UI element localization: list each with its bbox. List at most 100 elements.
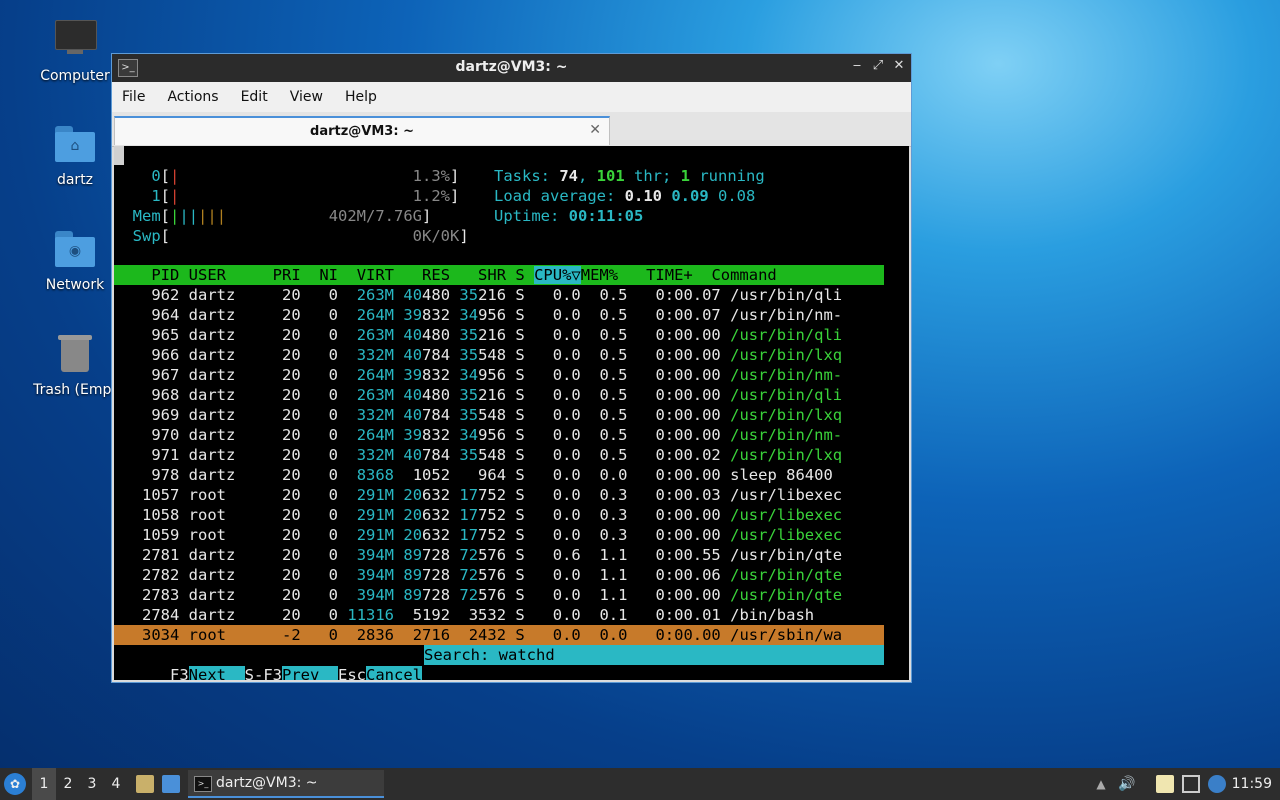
cell-user: root [188, 486, 273, 504]
workspace-2[interactable]: 2 [56, 768, 80, 800]
process-table-header[interactable]: PID USER PRI NI VIRT RES SHR S CPU%▽MEM%… [114, 265, 884, 285]
cell-state: S [515, 486, 525, 504]
search-input[interactable]: Search: watchd [424, 645, 884, 665]
process-row[interactable]: 3034 root -2 0 2836 2716 2432 S 0.0 0.0 … [114, 625, 884, 645]
clipboard-icon[interactable] [1156, 775, 1174, 793]
close-icon[interactable]: ✕ [890, 58, 908, 73]
cell-pid: 2781 [114, 546, 180, 564]
process-row[interactable]: 2784 dartz 20 0 11316 5192 3532 S 0.0 0.… [114, 605, 814, 625]
update-notifier-icon[interactable] [1208, 775, 1226, 793]
taskbar-task-terminal[interactable]: >_ dartz@VM3: ~ [188, 770, 384, 798]
col-virt[interactable]: VIRT [347, 266, 394, 284]
esc-key[interactable]: Esc [338, 666, 366, 680]
process-row[interactable]: 966 dartz 20 0 332M 40784 35548 S 0.0 0.… [114, 345, 842, 365]
f3-key[interactable]: F3 [170, 666, 189, 680]
menu-help[interactable]: Help [345, 89, 377, 105]
cpu1-label: 1 [151, 187, 161, 205]
workspace-3[interactable]: 3 [80, 768, 104, 800]
tray-arrow-icon[interactable]: ▲ [1092, 775, 1110, 793]
desktop-icon-computer[interactable]: Computer [25, 18, 125, 84]
terminal-tab[interactable]: dartz@VM3: ~ ✕ [114, 116, 610, 145]
process-row[interactable]: 1058 root 20 0 291M 20632 17752 S 0.0 0.… [114, 505, 842, 525]
cell-cpu: 0.0 [534, 486, 581, 504]
cell-pri: 20 [272, 406, 301, 424]
process-row[interactable]: 978 dartz 20 0 8368 1052 964 S 0.0 0.0 0… [114, 465, 832, 485]
sf3-label[interactable]: Prev [282, 666, 320, 680]
start-menu-icon[interactable]: ✿ [4, 773, 26, 795]
cell-time: 0:00.00 [636, 586, 721, 604]
cell-user: dartz [188, 466, 273, 484]
col-time[interactable]: TIME+ [646, 266, 693, 284]
volume-icon[interactable]: 🔊 [1118, 775, 1136, 793]
minimize-icon[interactable]: ‒ [848, 58, 866, 73]
cell-user: root [188, 626, 273, 644]
process-row[interactable]: 971 dartz 20 0 332M 40784 35548 S 0.0 0.… [114, 445, 842, 465]
menu-file[interactable]: File [122, 89, 145, 105]
tab-close-icon[interactable]: ✕ [589, 122, 601, 138]
menu-actions[interactable]: Actions [167, 89, 218, 105]
process-row[interactable]: 2781 dartz 20 0 394M 89728 72576 S 0.6 1… [114, 545, 842, 565]
cell-mem: 0.5 [590, 286, 628, 304]
cell-cpu: 0.0 [534, 346, 581, 364]
workspace-1[interactable]: 1 [32, 768, 56, 800]
maximize-icon[interactable]: ⤢ [869, 58, 887, 73]
menu-view[interactable]: View [290, 89, 323, 105]
col-pid[interactable]: PID [114, 266, 179, 284]
process-row[interactable]: 965 dartz 20 0 263M 40480 35216 S 0.0 0.… [114, 325, 842, 345]
process-row[interactable]: 968 dartz 20 0 263M 40480 35216 S 0.0 0.… [114, 385, 842, 405]
cell-pid: 1058 [114, 506, 180, 524]
esc-label[interactable]: Cancel [366, 666, 422, 680]
process-row[interactable]: 2782 dartz 20 0 394M 89728 72576 S 0.0 1… [114, 565, 842, 585]
desktop-icon-network[interactable]: ◉ Network [25, 227, 125, 293]
cell-pid: 2783 [114, 586, 180, 604]
cell-state: S [515, 506, 525, 524]
process-row[interactable]: 970 dartz 20 0 264M 39832 34956 S 0.0 0.… [114, 425, 842, 445]
cell-user: dartz [188, 326, 273, 344]
cell-pid: 967 [114, 366, 180, 384]
show-desktop-icon[interactable] [162, 775, 180, 793]
desktop-icon-trash[interactable]: Trash (Empt [25, 332, 125, 398]
cell-mem: 1.1 [590, 586, 628, 604]
process-row[interactable]: 964 dartz 20 0 264M 39832 34956 S 0.0 0.… [114, 305, 842, 325]
col-s[interactable]: S [515, 266, 524, 284]
terminal-area[interactable]: 0[| 1.3%] 1[| 1.2%] Mem[|||||| 402M/7.76… [114, 146, 884, 680]
uptime-line: Uptime: 00:11:05 [494, 206, 643, 226]
taskbar: ✿ 1 2 3 4 >_ dartz@VM3: ~ ▲ 🔊 11:59 [0, 768, 1280, 800]
col-pri[interactable]: PRI [273, 266, 301, 284]
cell-user: dartz [188, 566, 273, 584]
cell-time: 0:00.01 [636, 606, 721, 624]
menu-edit[interactable]: Edit [241, 89, 268, 105]
cpu0-meter: 0[| 1.3%] [151, 167, 460, 185]
file-manager-icon[interactable] [136, 775, 154, 793]
workspace-4[interactable]: 4 [104, 768, 128, 800]
cell-cpu: 0.0 [534, 446, 581, 464]
col-mem[interactable]: MEM% [581, 266, 618, 284]
sf3-key[interactable]: S-F3 [244, 666, 282, 680]
clock[interactable]: 11:59 [1232, 768, 1272, 800]
cell-pid: 2782 [114, 566, 180, 584]
cell-pid: 966 [114, 346, 180, 364]
tasks-line: Tasks: 74, 101 thr; 1 running [494, 167, 765, 185]
cell-user: dartz [188, 306, 273, 324]
col-command[interactable]: Command [711, 266, 776, 284]
f3-label[interactable]: Next [188, 666, 226, 680]
col-cpu[interactable]: CPU%▽ [534, 266, 581, 284]
process-row[interactable]: 969 dartz 20 0 332M 40784 35548 S 0.0 0.… [114, 405, 842, 425]
col-res[interactable]: RES [403, 266, 450, 284]
cell-state: S [515, 606, 525, 624]
desktop-icon-home[interactable]: ⌂ dartz [25, 122, 125, 188]
process-row[interactable]: 1059 root 20 0 291M 20632 17752 S 0.0 0.… [114, 525, 842, 545]
process-row[interactable]: 962 dartz 20 0 263M 40480 35216 S 0.0 0.… [114, 285, 842, 305]
col-ni[interactable]: NI [310, 266, 338, 284]
cell-command: /usr/bin/qli [730, 326, 843, 344]
process-row[interactable]: 967 dartz 20 0 264M 39832 34956 S 0.0 0.… [114, 365, 842, 385]
network-status-icon[interactable] [1182, 775, 1200, 793]
process-row[interactable]: 2783 dartz 20 0 394M 89728 72576 S 0.0 1… [114, 585, 842, 605]
cell-pri: 20 [272, 306, 301, 324]
process-row[interactable]: 1057 root 20 0 291M 20632 17752 S 0.0 0.… [114, 485, 842, 505]
cell-mem: 0.0 [590, 626, 628, 644]
col-user[interactable]: USER [189, 266, 273, 284]
load15: 0.08 [718, 187, 756, 205]
col-shr[interactable]: SHR [459, 266, 506, 284]
window-titlebar[interactable]: >_ dartz@VM3: ~ ‒ ⤢ ✕ [112, 54, 911, 82]
